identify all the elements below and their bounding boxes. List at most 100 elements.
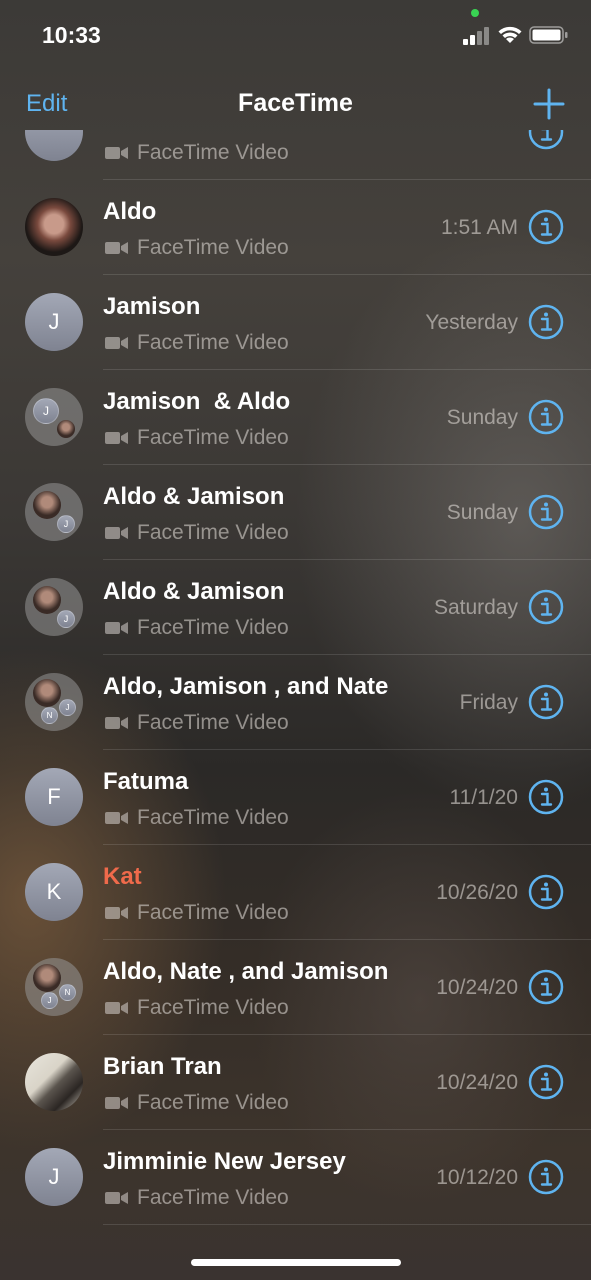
call-date: Saturday [433,596,518,619]
call-type-label: FaceTime Video [137,521,289,544]
info-icon[interactable] [528,494,564,530]
contact-name: Aldo [103,198,157,225]
list-item[interactable]: J Jamison FaceTime Video Yesterday [0,275,591,370]
call-date: 10/24/20 [436,1071,518,1094]
video-camera-icon [105,1097,128,1109]
list-item[interactable]: J Aldo & Jamison FaceTime Video Saturday [0,560,591,655]
call-type: FaceTime Video [105,616,289,640]
call-type-label: FaceTime Video [137,711,289,734]
camera-in-use-indicator [471,9,479,17]
call-type: FaceTime Video [105,1186,289,1210]
wifi-icon [498,26,522,43]
contact-name: Jamison & Aldo [103,388,291,415]
call-type: FaceTime Video [105,521,289,545]
navigation-bar: Edit FaceTime [0,78,591,132]
contact-name: Brian Tran [103,1053,222,1080]
list-item[interactable]: J Jamison & Aldo FaceTime Video Sunday [0,370,591,465]
info-icon[interactable] [528,589,564,625]
list-item[interactable]: F Fatuma FaceTime Video 11/1/20 [0,750,591,845]
contact-name: Jimminie New Jersey [103,1148,346,1175]
avatar: F [25,768,83,826]
avatar: J [33,398,59,424]
avatar [33,964,61,992]
contact-name: Aldo & Jamison [103,483,285,510]
info-icon[interactable] [528,1064,564,1100]
call-type: FaceTime Video [105,236,289,260]
avatar: N [41,707,58,724]
info-icon[interactable] [528,969,564,1005]
contact-name: Fatuma [103,768,189,795]
group-avatar: J [25,578,83,636]
video-camera-icon [105,1002,128,1014]
avatar [25,198,83,256]
contact-name: Jamison [103,293,201,320]
page-title: FaceTime [238,89,353,117]
avatar [25,130,83,161]
avatar: J [25,293,83,351]
video-camera-icon [105,527,128,539]
call-date: 10/26/20 [436,881,518,904]
avatar [33,491,61,519]
call-type-label: FaceTime Video [137,806,289,829]
cellular-signal-icon [463,27,489,45]
list-item[interactable]: J Jimminie New Jersey FaceTime Video 10/… [0,1130,591,1225]
list-item[interactable]: FaceTime Video [0,130,591,180]
call-type-label: FaceTime Video [137,1091,289,1114]
battery-icon [529,26,568,44]
call-date: 1:51 AM [440,216,518,239]
call-type: FaceTime Video [105,806,289,830]
list-item[interactable]: Aldo FaceTime Video 1:51 AM [0,180,591,275]
call-date: 11/1/20 [449,786,518,809]
call-type: FaceTime Video [105,331,289,355]
list-item[interactable]: K Kat FaceTime Video 10/26/20 [0,845,591,940]
call-date: 10/12/20 [436,1166,518,1189]
info-icon[interactable] [528,304,564,340]
video-camera-icon [105,717,128,729]
call-type-label: FaceTime Video [137,236,289,259]
avatar [33,679,61,707]
avatar [33,586,61,614]
video-camera-icon [105,1192,128,1204]
group-avatar: N J [25,673,83,731]
call-type-label: FaceTime Video [137,141,289,164]
list-item[interactable]: J N Aldo, Nate , and Jamison FaceTime Vi… [0,940,591,1035]
call-type-label: FaceTime Video [137,901,289,924]
status-time: 10:33 [42,22,101,48]
info-icon[interactable] [528,874,564,910]
call-date: Yesterday [425,311,518,334]
info-icon[interactable] [528,1159,564,1195]
video-camera-icon [105,812,128,824]
video-camera-icon [105,432,128,444]
call-type: FaceTime Video [105,711,289,735]
info-icon[interactable] [528,399,564,435]
call-date: 10/24/20 [436,976,518,999]
avatar: K [25,863,83,921]
contact-name: Aldo & Jamison [103,578,285,605]
list-item[interactable]: J Aldo & Jamison FaceTime Video Sunday [0,465,591,560]
call-type-label: FaceTime Video [137,1186,289,1209]
info-icon[interactable] [528,130,564,150]
avatar: J [57,610,75,628]
contact-name: Kat [103,863,142,890]
avatar [25,1053,83,1111]
call-type: FaceTime Video [105,426,289,450]
video-camera-icon [105,907,128,919]
avatar: N [59,984,76,1001]
info-icon[interactable] [528,779,564,815]
video-camera-icon [105,147,128,159]
recent-calls-list: FaceTime Video Aldo FaceTime Video 1:51 … [0,130,591,1240]
info-icon[interactable] [528,684,564,720]
contact-name: Aldo, Nate , and Jamison [103,958,389,985]
call-type: FaceTime Video [105,1091,289,1115]
status-bar: 10:33 [0,0,591,70]
call-type: FaceTime Video [105,996,289,1020]
group-avatar: J N [25,958,83,1016]
home-indicator[interactable] [191,1259,401,1266]
list-item[interactable]: N J Aldo, Jamison , and Nate FaceTime Vi… [0,655,591,750]
call-date: Sunday [446,406,518,429]
info-icon[interactable] [528,209,564,245]
divider [103,1224,591,1225]
group-avatar: J [25,483,83,541]
list-item[interactable]: Brian Tran FaceTime Video 10/24/20 [0,1035,591,1130]
plus-icon[interactable] [533,88,565,120]
